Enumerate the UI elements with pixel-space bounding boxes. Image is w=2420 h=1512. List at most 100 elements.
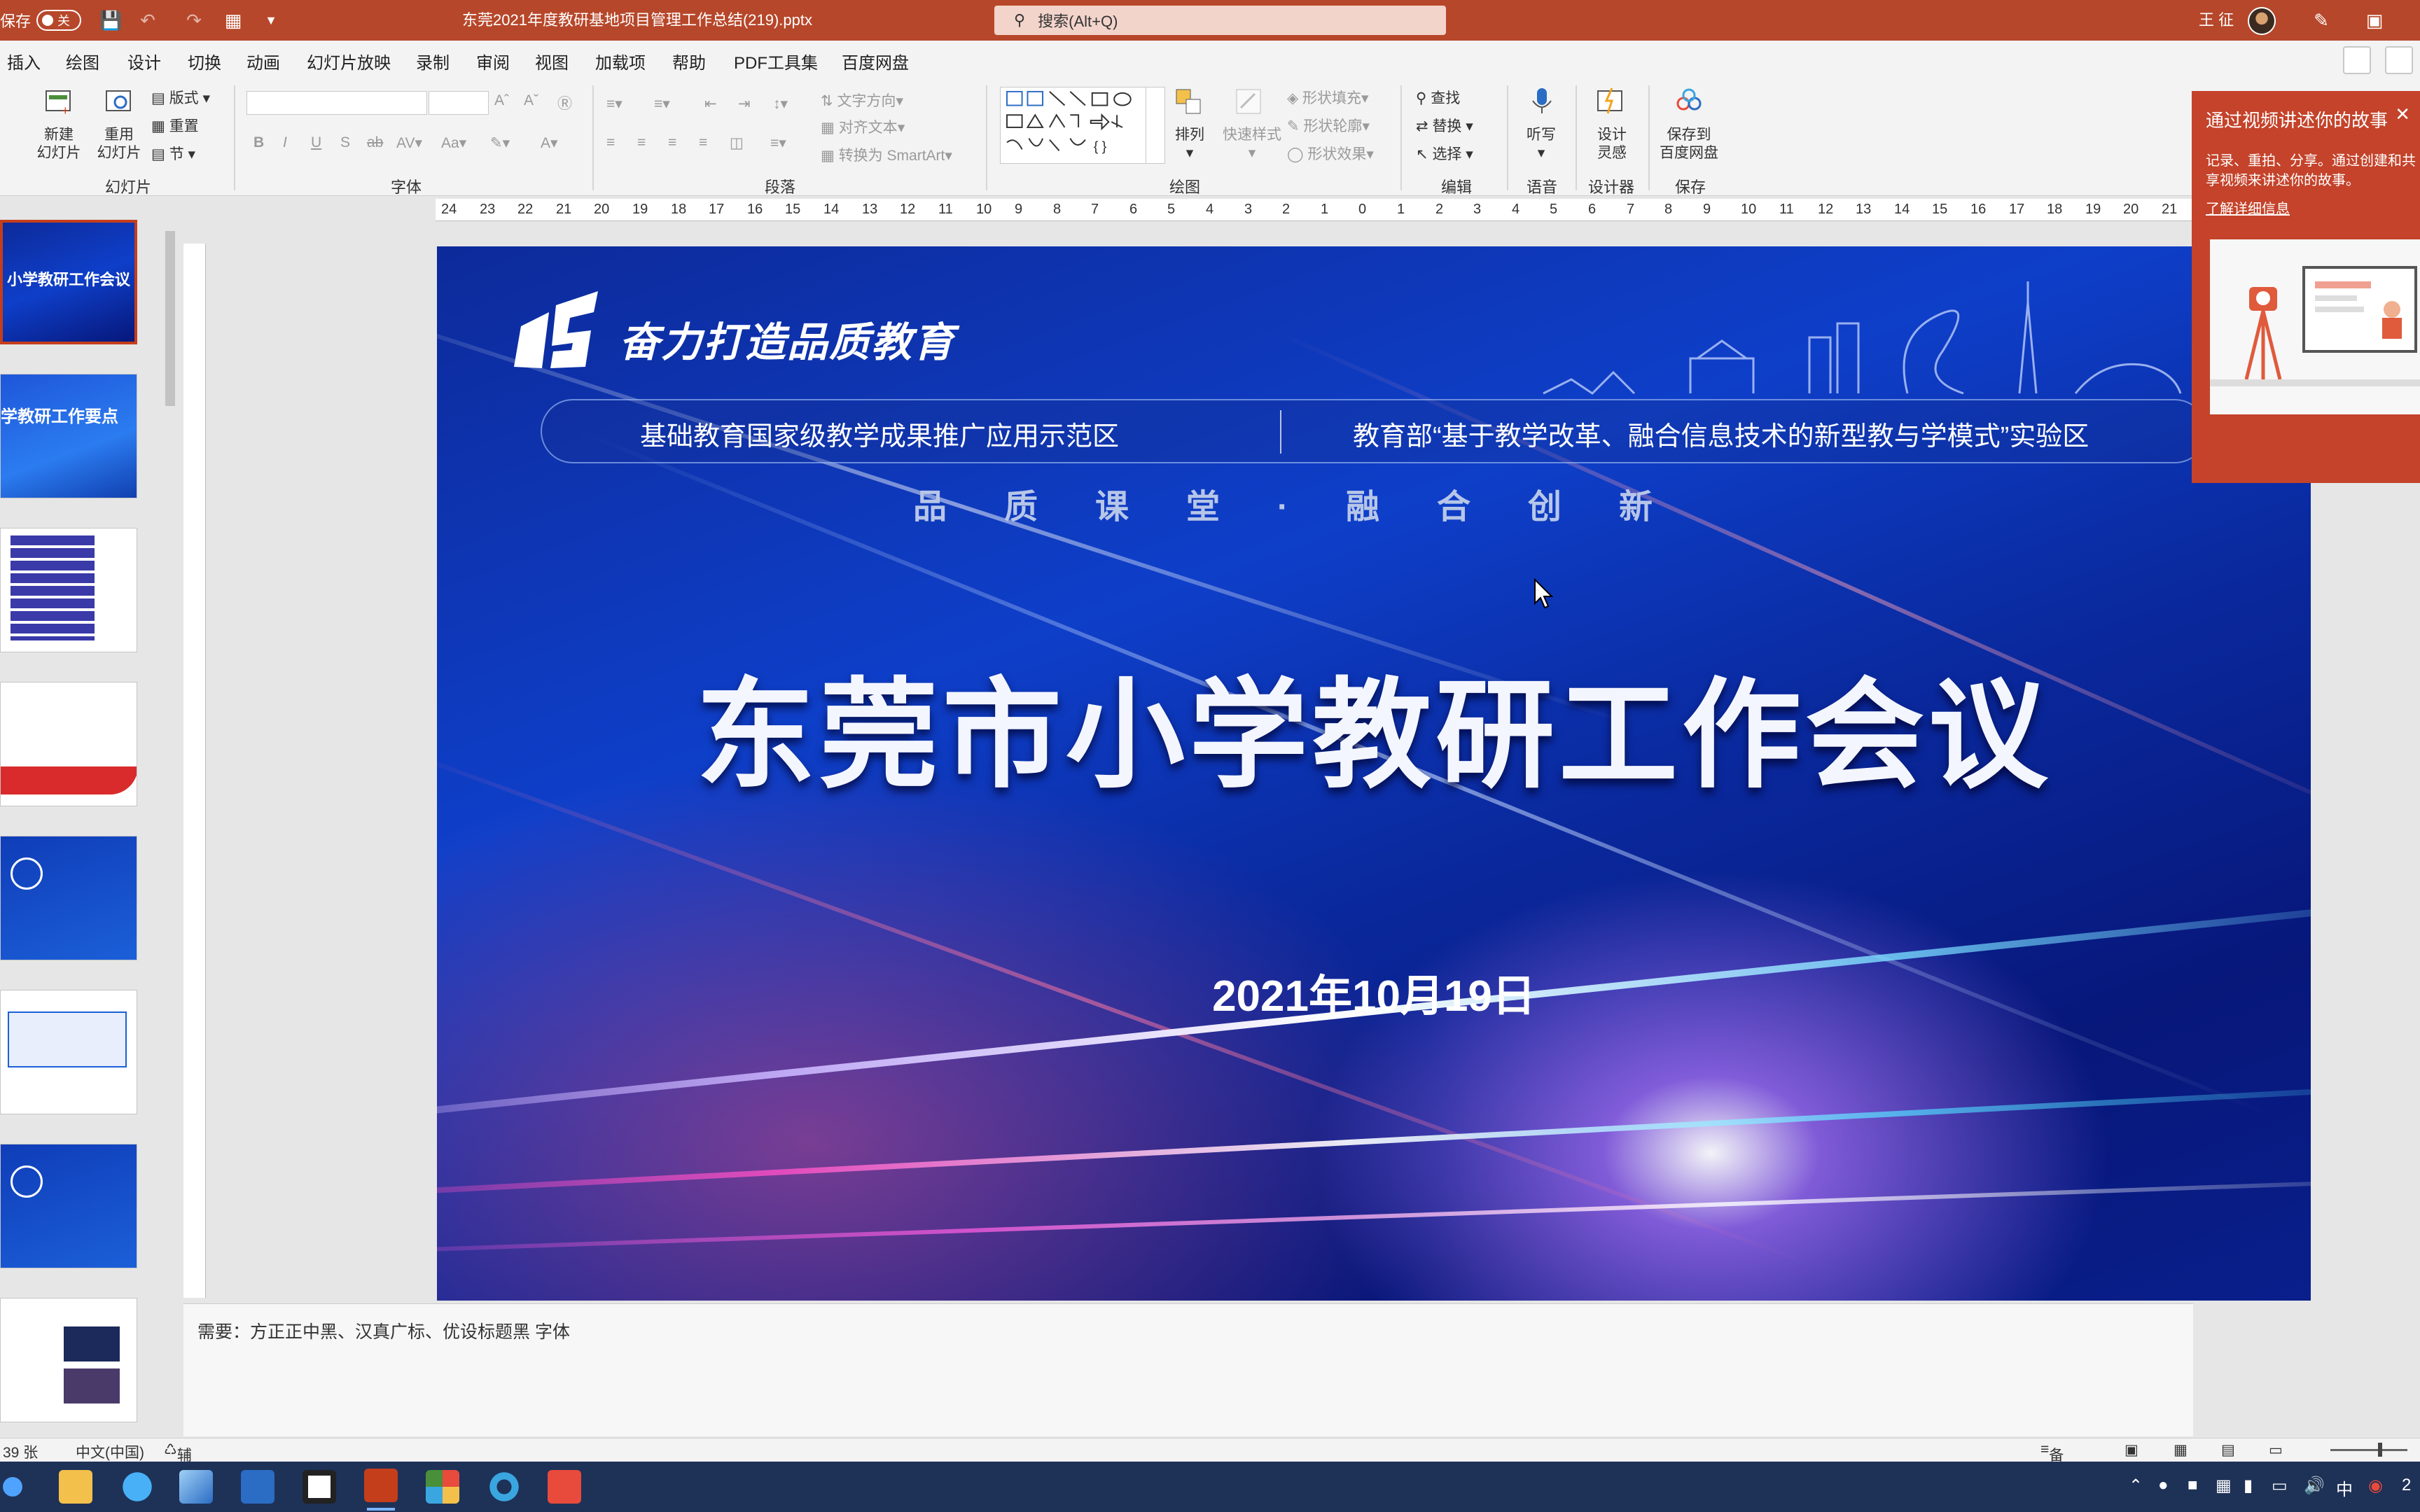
edge-browser-icon[interactable] bbox=[487, 1470, 521, 1504]
zoom-slider-thumb[interactable] bbox=[2378, 1443, 2382, 1457]
shadow-icon[interactable]: S bbox=[340, 134, 350, 151]
avatar[interactable] bbox=[2248, 7, 2276, 35]
tab-record[interactable]: 录制 bbox=[416, 49, 450, 74]
arrange-button[interactable]: 排列 ▾ bbox=[1165, 126, 1214, 162]
replace-button[interactable]: ⇄ 替换 ▾ bbox=[1416, 115, 1473, 136]
tab-design[interactable]: 设计 bbox=[127, 49, 161, 74]
quick-styles-button[interactable]: 快速样式 ▾ bbox=[1217, 126, 1287, 162]
slide-thumbnail-6[interactable] bbox=[0, 990, 137, 1114]
slide-sorter-icon[interactable]: ▦ bbox=[2174, 1441, 2188, 1459]
tab-addins[interactable]: 加载项 bbox=[595, 49, 646, 74]
bold-icon[interactable]: B bbox=[253, 134, 264, 151]
grow-font-icon[interactable]: Aˆ bbox=[494, 92, 509, 109]
input-method-icon[interactable]: ◉ bbox=[2368, 1476, 2383, 1496]
user-name[interactable]: 王 征 bbox=[2199, 0, 2234, 41]
reset-button[interactable]: ▦ 重置 bbox=[151, 115, 199, 136]
undo-icon[interactable]: ↶ bbox=[137, 10, 158, 31]
volume-icon[interactable]: 🔊 bbox=[2304, 1476, 2325, 1496]
paragraph-more-icon[interactable]: ≡▾ bbox=[770, 134, 786, 152]
horizontal-ruler[interactable]: 24 23 22 21 20 19 18 17 16 15 14 13 12 11 10 9 8 7 6 5 4 3 2 1 0… bbox=[436, 199, 2193, 221]
font-color-icon[interactable]: A▾ bbox=[541, 134, 558, 152]
tray-app-icon[interactable]: ■ bbox=[2188, 1476, 2198, 1495]
align-text-button[interactable]: ▦ 对齐文本▾ bbox=[821, 116, 905, 137]
char-spacing-icon[interactable]: AV▾ bbox=[396, 134, 422, 152]
tray-app-icon[interactable]: ● bbox=[2158, 1476, 2169, 1495]
section-button[interactable]: ▤ 节 ▾ bbox=[151, 143, 195, 164]
save-baidu-button[interactable]: 保存到 百度网盘 bbox=[1654, 126, 1724, 162]
reading-view-icon[interactable]: ▤ bbox=[2221, 1441, 2235, 1459]
align-center-icon[interactable]: ≡ bbox=[637, 134, 646, 151]
tab-pdf-tools[interactable]: PDF工具集 bbox=[734, 49, 818, 74]
slide-thumbnail-1[interactable]: 小学教研工作会议 bbox=[0, 220, 137, 344]
shape-fill-button[interactable]: ◈ 形状填充▾ bbox=[1287, 87, 1369, 108]
shapes-gallery-scroll[interactable] bbox=[1146, 87, 1164, 164]
notes-toggle[interactable]: ≡ 备注 bbox=[2040, 1441, 2064, 1485]
record-button[interactable] bbox=[2385, 46, 2413, 74]
font-name-combo[interactable] bbox=[246, 91, 427, 115]
normal-view-icon[interactable]: ▣ bbox=[2125, 1441, 2139, 1459]
italic-icon[interactable]: I bbox=[283, 134, 287, 151]
tray-app-icon[interactable]: ▦ bbox=[2216, 1476, 2232, 1496]
decrease-indent-icon[interactable]: ⇤ bbox=[704, 95, 717, 113]
tab-review[interactable]: 审阅 bbox=[476, 49, 510, 74]
new-slide-button[interactable]: 新建 幻灯片 bbox=[31, 126, 87, 162]
find-button[interactable]: ⚲ 查找 bbox=[1416, 87, 1460, 108]
file-explorer-icon[interactable] bbox=[59, 1470, 92, 1504]
slide-date[interactable]: 2021年10月19日 bbox=[437, 960, 2311, 1023]
tab-view[interactable]: 视图 bbox=[535, 49, 569, 74]
tab-baidu-netdisk[interactable]: 百度网盘 bbox=[842, 49, 909, 74]
increase-indent-icon[interactable]: ⇥ bbox=[738, 95, 751, 113]
zoom-slider[interactable] bbox=[2330, 1449, 2407, 1451]
thumbnail-scrollbar[interactable] bbox=[162, 207, 178, 1439]
highlight-icon[interactable]: ✎▾ bbox=[490, 134, 510, 152]
customize-qat-icon[interactable]: ▼ bbox=[260, 10, 281, 31]
autosave-toggle[interactable]: 关 bbox=[36, 10, 82, 31]
tray-app-icon[interactable]: ▮ bbox=[2244, 1476, 2253, 1496]
learn-more-link[interactable]: 了解详细信息 bbox=[2206, 197, 2290, 218]
shape-effects-button[interactable]: ◯ 形状效果▾ bbox=[1287, 143, 1374, 164]
accessibility-status[interactable]: ♺ 辅助功能: 调查 bbox=[164, 1441, 196, 1512]
comments-button[interactable] bbox=[2343, 46, 2371, 74]
layout-button[interactable]: ▤ 版式 ▾ bbox=[151, 87, 210, 108]
change-case-icon[interactable]: Aa▾ bbox=[441, 134, 466, 152]
chat-app-icon[interactable] bbox=[120, 1470, 154, 1504]
vertical-ruler[interactable] bbox=[183, 244, 206, 1298]
redo-icon[interactable]: ↷ bbox=[183, 10, 204, 31]
speaker-notes[interactable]: 需要：方正正中黑、汉真广标、优设标题黑 字体 bbox=[183, 1303, 2193, 1436]
tab-slideshow[interactable]: 幻灯片放映 bbox=[307, 49, 391, 74]
shapes-gallery[interactable]: { } bbox=[1000, 87, 1165, 164]
clear-format-icon[interactable]: Ⓡ bbox=[557, 92, 572, 113]
tab-animations[interactable]: 动画 bbox=[246, 49, 280, 74]
font-size-combo[interactable] bbox=[429, 91, 489, 115]
strikethrough-icon[interactable]: ab bbox=[367, 134, 383, 151]
tab-insert[interactable]: 插入 bbox=[7, 49, 41, 74]
search-box[interactable]: ⚲ 搜索(Alt+Q) bbox=[994, 6, 1446, 35]
pen-icon[interactable]: ✎ bbox=[2311, 10, 2332, 31]
convert-smartart-button[interactable]: ▦ 转换为 SmartArt▾ bbox=[821, 144, 952, 165]
powerpoint-taskbar-icon[interactable] bbox=[364, 1469, 398, 1502]
language-indicator[interactable]: 中文(中国) bbox=[76, 1441, 144, 1462]
tab-help[interactable]: 帮助 bbox=[672, 49, 706, 74]
line-spacing-icon[interactable]: ↕▾ bbox=[773, 95, 788, 113]
search-icon[interactable] bbox=[0, 1470, 29, 1504]
document-title[interactable]: 东莞2021年度教研基地项目管理工作总结(219).pptx bbox=[462, 0, 812, 41]
baidu-netdisk-taskbar-icon[interactable] bbox=[241, 1470, 274, 1504]
reuse-slide-button[interactable]: 重用 幻灯片 bbox=[91, 126, 147, 162]
ime-indicator[interactable]: 中 bbox=[2336, 1476, 2353, 1500]
notes-app-icon[interactable] bbox=[179, 1470, 213, 1504]
slide-thumbnail-2[interactable]: 学教研工作要点 bbox=[0, 374, 137, 498]
align-right-icon[interactable]: ≡ bbox=[668, 134, 676, 151]
numbering-icon[interactable]: ≡▾ bbox=[654, 95, 670, 113]
justify-icon[interactable]: ≡ bbox=[699, 134, 707, 151]
slide-thumbnail-8[interactable] bbox=[0, 1298, 137, 1422]
select-button[interactable]: ↖ 选择 ▾ bbox=[1416, 143, 1473, 164]
tab-draw[interactable]: 绘图 bbox=[66, 49, 99, 74]
tray-overflow-icon[interactable]: ⌃ bbox=[2129, 1476, 2143, 1496]
dictate-button[interactable]: 听写 ▾ bbox=[1517, 126, 1566, 162]
shape-outline-button[interactable]: ✎ 形状轮廓▾ bbox=[1287, 115, 1370, 136]
close-icon[interactable]: ✕ bbox=[2395, 104, 2410, 125]
text-direction-button[interactable]: ⇅ 文字方向▾ bbox=[821, 90, 903, 111]
underline-icon[interactable]: U bbox=[311, 134, 321, 151]
clock[interactable]: 2 bbox=[2402, 1476, 2411, 1495]
autosave-control[interactable]: 保存 关 bbox=[0, 0, 82, 41]
